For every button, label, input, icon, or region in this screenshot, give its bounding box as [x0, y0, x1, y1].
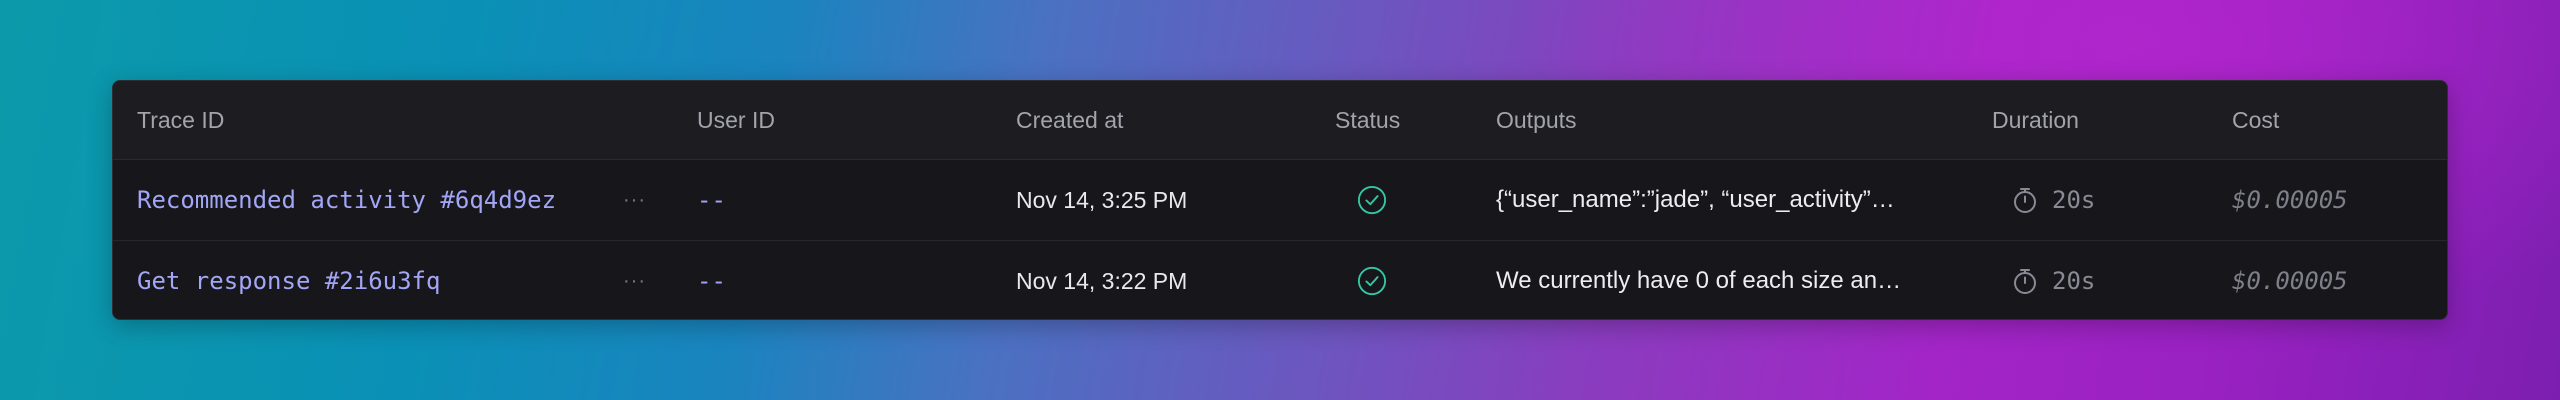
duration-value: 20s: [2052, 267, 2096, 295]
column-header-user-id[interactable]: User ID: [697, 81, 775, 159]
more-options-icon[interactable]: ···: [623, 160, 646, 240]
outputs-cell: We currently have 0 of each size an…: [1496, 241, 1936, 319]
created-at-cell: Nov 14, 3:25 PM: [1016, 160, 1187, 240]
trace-id-cell: Recommended activity #6q4d9ez: [137, 160, 556, 240]
table-header: Trace ID User ID Created at Status Outpu…: [113, 81, 2447, 160]
status-cell: [1335, 241, 1387, 319]
outputs-cell: {“user_name”:”jade”, “user_activity”…: [1496, 160, 1936, 240]
duration-value-wrap: 20s: [2012, 267, 2095, 295]
duration-cell: 20s: [1992, 160, 2095, 240]
trace-link[interactable]: Recommended activity #6q4d9ez: [137, 186, 556, 214]
column-header-duration[interactable]: Duration: [1992, 81, 2079, 159]
check-circle-icon: [1357, 185, 1387, 215]
check-circle-icon: [1357, 266, 1387, 296]
trace-id-cell: Get response #2i6u3fq: [137, 241, 440, 319]
outputs-value: We currently have 0 of each size an…: [1496, 267, 1902, 294]
cost-value: $0.00005: [2232, 186, 2348, 214]
trace-link[interactable]: Get response #2i6u3fq: [137, 267, 440, 295]
user-id-value[interactable]: --: [697, 186, 726, 214]
created-at-cell: Nov 14, 3:22 PM: [1016, 241, 1188, 319]
cost-cell: $0.00005: [2232, 241, 2348, 319]
traces-table: Trace ID User ID Created at Status Outpu…: [112, 80, 2448, 320]
duration-value-wrap: 20s: [2012, 186, 2095, 214]
status-cell: [1335, 160, 1387, 240]
stopwatch-icon: [2014, 269, 2036, 294]
column-header-created-at[interactable]: Created at: [1016, 81, 1123, 159]
cost-value: $0.00005: [2232, 267, 2348, 295]
table-row[interactable]: Recommended activity #6q4d9ez ··· -- Nov…: [113, 160, 2447, 241]
user-id-cell: --: [697, 241, 726, 319]
duration-value: 20s: [2052, 186, 2096, 214]
table-row[interactable]: Get response #2i6u3fq ··· -- Nov 14, 3:2…: [113, 241, 2447, 319]
user-id-cell: --: [697, 160, 726, 240]
column-header-outputs[interactable]: Outputs: [1496, 81, 1577, 159]
more-options-icon[interactable]: ···: [623, 241, 646, 319]
duration-cell: 20s: [1992, 241, 2095, 319]
user-id-value[interactable]: --: [697, 267, 726, 295]
cost-cell: $0.00005: [2232, 160, 2348, 240]
column-header-trace-id[interactable]: Trace ID: [137, 81, 224, 159]
created-at-value: Nov 14, 3:25 PM: [1016, 186, 1188, 213]
outputs-value: {“user_name”:”jade”, “user_activity”…: [1496, 186, 1895, 213]
column-header-status[interactable]: Status: [1335, 81, 1400, 159]
column-header-cost[interactable]: Cost: [2232, 81, 2279, 159]
created-at-value: Nov 14, 3:22 PM: [1016, 267, 1188, 294]
stopwatch-icon: [2014, 188, 2036, 213]
